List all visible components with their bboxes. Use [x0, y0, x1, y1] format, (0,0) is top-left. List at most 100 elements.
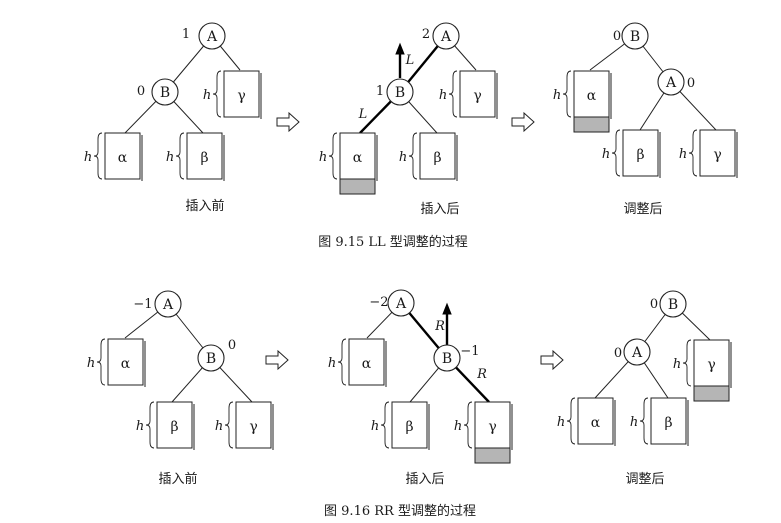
fig1-p2-node-A-label: A: [440, 29, 452, 45]
fig1-p3-caption: 调整后: [623, 202, 662, 217]
fig1-p1-subtree-alpha-symbol: α: [118, 150, 128, 166]
fig2-p1-subtree-gamma-height-label: h: [215, 419, 223, 434]
fig2-p2-subtree-gamma-shade: [474, 447, 511, 464]
fig1-p3-subtree-beta-height-label: h: [602, 147, 610, 162]
fig1-p2-subtree-alpha-symbol: α: [353, 150, 363, 166]
fig2-p2-path-label-1: R: [434, 319, 445, 334]
fig1-p3-node-B-label: B: [630, 29, 640, 45]
fig1-p2-subtree-beta-symbol: β: [433, 150, 441, 166]
fig1-p1-subtree-gamma-symbol: γ: [237, 88, 245, 104]
fig2-p1-caption: 插入前: [158, 471, 197, 487]
fig2-p3-caption: 调整后: [625, 472, 664, 487]
fig1-p3-subtree-alpha-height-label: h: [553, 88, 561, 103]
fig2-p2-subtree-alpha-brace: [337, 338, 347, 386]
fig2-p3-subtree-alpha-brace: [566, 397, 576, 445]
fig2-p1-subtree-beta-brace: [145, 401, 155, 449]
fig1-p1-caption: 插入前: [185, 198, 224, 214]
fig2-p3-subtree-alpha-height-label: h: [557, 415, 565, 430]
fig1-p2-node-B-label: B: [395, 85, 405, 101]
fig2-p3-subtree-gamma-shade: [693, 385, 730, 402]
fig2-p2-subtree-gamma-height-label: h: [454, 419, 462, 434]
fig2-p3-subtree-beta-height-label: h: [630, 415, 638, 430]
fig1-p3-subtree-beta-brace: [611, 129, 621, 177]
fig2-p1-subtree-gamma-symbol: γ: [249, 419, 257, 435]
fig2-p2-path-label-2: R: [476, 367, 487, 382]
fig1-p2-subtree-gamma-symbol: γ: [473, 88, 481, 104]
fig1-p1-subtree-beta-height-label: h: [166, 150, 174, 165]
fig1-p1-subtree-gamma-height-label: h: [203, 88, 211, 103]
fig1-p2-caption: 插入后: [420, 202, 459, 217]
fig1-p2-subtree-alpha-brace: [328, 132, 338, 180]
fig2-p1-subtree-beta-symbol: β: [170, 419, 178, 435]
fig2-p1-bf-A: −1: [133, 297, 152, 312]
fig1-p2-subtree-alpha-height-label: h: [319, 150, 327, 165]
fig1-p3-subtree-alpha-brace: [562, 70, 572, 118]
fig2-p3-subtree-gamma-brace: [682, 339, 692, 387]
fig1-p2-subtree-alpha-shade: [339, 178, 376, 195]
fig1-p3-node-A-label: A: [665, 75, 677, 91]
fig1-p1-subtree-alpha-brace: [93, 132, 103, 180]
fig1-p2-bf-A: 2: [422, 27, 430, 42]
fig1-p1-bf-A: 1: [182, 27, 190, 42]
fig2-p1-node-B-label: B: [206, 351, 216, 367]
fig2-p1-subtree-beta-height-label: h: [136, 419, 144, 434]
fig1-p2-bf-B: 1: [376, 84, 384, 99]
fig2-p3-node-B-label: B: [668, 297, 678, 313]
fig2-p1-subtree-gamma-brace: [224, 401, 234, 449]
fig2-p2-caption: 插入后: [405, 472, 444, 487]
fig2-p2-subtree-gamma-brace: [463, 401, 473, 449]
fig1-p3-subtree-beta-symbol: β: [636, 147, 644, 163]
fig2-p3-subtree-alpha-symbol: α: [591, 415, 601, 431]
fig2-p3-bf-A: 0: [614, 346, 622, 361]
fig1-p2-path-label-1: L: [405, 53, 415, 68]
fig2-p2-subtree-alpha-height-label: h: [328, 356, 336, 371]
fig1-p1-subtree-gamma-brace: [212, 70, 222, 118]
fig1-arrow-1: [276, 111, 300, 133]
fig1-p2-subtree-gamma-height-label: h: [439, 88, 447, 103]
fig1-p1-node-A-label: A: [206, 29, 218, 45]
fig1-p2-subtree-gamma-brace: [448, 70, 458, 118]
fig2-p2-subtree-beta-symbol: β: [405, 419, 413, 435]
fig1-p3-subtree-gamma-brace: [688, 129, 698, 177]
fig2-p1-subtree-alpha-symbol: α: [121, 356, 131, 372]
fig2-p1-subtree-alpha-height-label: h: [87, 356, 95, 371]
fig2-p2-subtree-beta-height-label: h: [371, 419, 379, 434]
fig1-p3-subtree-alpha-shade: [573, 116, 610, 133]
fig1-arrow-2: [511, 111, 535, 133]
avl-rotation-figure: AB10 γhαh βh插入前AB21LLγhαh βh插入后BA00αhβh γh调整…: [84, 22, 738, 519]
fig2-p3-node-A-label: A: [631, 345, 643, 361]
fig2-p1-subtree-alpha-brace: [96, 338, 106, 386]
fig1-p3-bf-B: 0: [613, 29, 621, 44]
fig1-p2-subtree-beta-brace: [408, 132, 418, 180]
fig2-arrow-1: [265, 349, 289, 371]
fig2-p3-subtree-beta-symbol: β: [664, 415, 672, 431]
fig2-p2-bf-B: −1: [460, 344, 479, 359]
fig2-p2-subtree-alpha-symbol: α: [362, 356, 372, 372]
fig1-p2-path-label-2: L: [358, 107, 368, 122]
fig2-p3-subtree-gamma-height-label: h: [673, 357, 681, 372]
fig2-p1-bf-B: 0: [228, 338, 236, 353]
fig1-caption: 图 9.15 LL 型调整的过程: [318, 234, 468, 250]
fig1-p1-subtree-beta-symbol: β: [200, 150, 208, 166]
fig1-p3-bf-A: 0: [687, 76, 695, 91]
fig1-p1-subtree-alpha-height-label: h: [84, 150, 92, 165]
fig2-arrow-2: [540, 349, 564, 371]
fig2-p2-node-B-label: B: [442, 351, 452, 367]
fig2-p2-subtree-gamma-symbol: γ: [488, 419, 496, 435]
fig2-p3-subtree-beta-brace: [639, 397, 649, 445]
fig1-p3-subtree-gamma-symbol: γ: [713, 147, 721, 163]
fig1-p1-bf-B: 0: [137, 84, 145, 99]
fig2-p3-bf-B: 0: [650, 297, 658, 312]
fig1-p1-subtree-beta-brace: [175, 132, 185, 180]
fig2-p2-bf-A: −2: [369, 295, 388, 310]
fig2-p2-subtree-beta-brace: [380, 401, 390, 449]
fig1-p1-node-B-label: B: [160, 85, 170, 101]
fig2-p2-node-A-label: A: [395, 296, 407, 312]
fig2-p3-subtree-gamma-symbol: γ: [707, 357, 715, 373]
fig2-p2-up-arrow-head: [442, 302, 452, 315]
fig1-p2-subtree-beta-height-label: h: [399, 150, 407, 165]
fig1-p3-subtree-gamma-height-label: h: [679, 147, 687, 162]
fig1-p3-subtree-alpha-symbol: α: [587, 88, 597, 104]
fig1-p2-up-arrow-head: [395, 42, 405, 55]
fig2-caption: 图 9.16 RR 型调整的过程: [324, 503, 476, 519]
